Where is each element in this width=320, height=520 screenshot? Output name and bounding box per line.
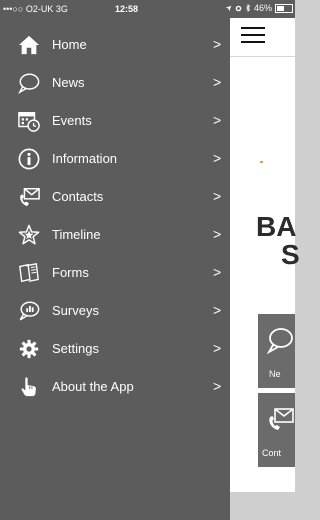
chevron-right-icon: > [213,340,222,356]
chevron-right-icon: > [213,264,222,280]
menu-item-home[interactable]: Home > [0,26,230,64]
pointing-hand-icon [18,376,40,398]
phone-envelope-icon [18,186,40,208]
tile-label: Ne [269,369,281,379]
menu-item-events[interactable]: Events > [0,102,230,140]
menu-item-surveys[interactable]: Surveys > [0,292,230,330]
chevron-right-icon: > [213,226,222,242]
star-icon [18,224,40,246]
hamburger-menu-icon[interactable] [241,27,265,45]
banner-text-line2: S [281,239,300,270]
menu-item-label: Information [52,151,118,166]
menu-item-label: Contacts [52,189,104,204]
location-arrow-icon [225,5,232,11]
menu-item-news[interactable]: News > [0,64,230,102]
calendar-icon [18,110,40,132]
phone-envelope-icon [266,405,294,433]
status-time: 12:58 [115,4,139,14]
speech-bubble-icon [18,72,40,94]
menu-item-information[interactable]: Information > [0,140,230,178]
survey-bubble-icon [18,300,40,322]
tile-news[interactable]: Ne [258,314,295,388]
chevron-right-icon: > [213,188,222,204]
menu-item-label: Timeline [52,227,101,242]
battery-percent: 46% [253,3,272,13]
main-view: BA S Ne Cont [230,18,300,520]
banner-text-line1: BA [256,211,297,242]
top-bar [230,18,295,57]
home-content: BA S Ne Cont [230,57,300,492]
battery-icon [275,3,293,13]
chevron-right-icon: > [213,378,222,394]
tile-contacts[interactable]: Cont [258,393,295,467]
menu-item-forms[interactable]: Forms > [0,254,230,292]
menu-item-label: Home [52,37,87,52]
menu-item-label: Surveys [52,303,99,318]
alarm-icon [235,5,242,11]
menu-item-timeline[interactable]: Timeline > [0,216,230,254]
status-indicators: 46% [225,3,293,13]
menu-item-contacts[interactable]: Contacts > [0,178,230,216]
menu-item-settings[interactable]: Settings > [0,330,230,368]
decorative-dash [260,161,263,163]
speech-bubble-icon [266,326,294,355]
tile-label: Cont [262,448,282,458]
menu-item-label: News [52,75,85,90]
menu-item-label: About the App [52,379,134,394]
menu-item-label: Settings [52,341,99,356]
home-icon [18,34,40,56]
bluetooth-icon [246,4,251,12]
chevron-right-icon: > [213,302,222,318]
menu-item-about-the-app[interactable]: About the App > [0,368,230,406]
menu-item-label: Events [52,113,92,128]
side-drawer: Home > News > Events > Information > Con… [0,18,230,520]
gear-icon [18,338,40,360]
status-bar: •••○○ O2-UK 3G 12:58 46% [0,0,295,18]
info-icon [18,148,40,170]
chevron-right-icon: > [213,74,222,90]
menu-item-label: Forms [52,265,89,280]
chevron-right-icon: > [213,112,222,128]
forms-icon [18,262,40,284]
chevron-right-icon: > [213,150,222,166]
chevron-right-icon: > [213,36,222,52]
carrier-signal: •••○○ O2-UK 3G [3,4,68,14]
